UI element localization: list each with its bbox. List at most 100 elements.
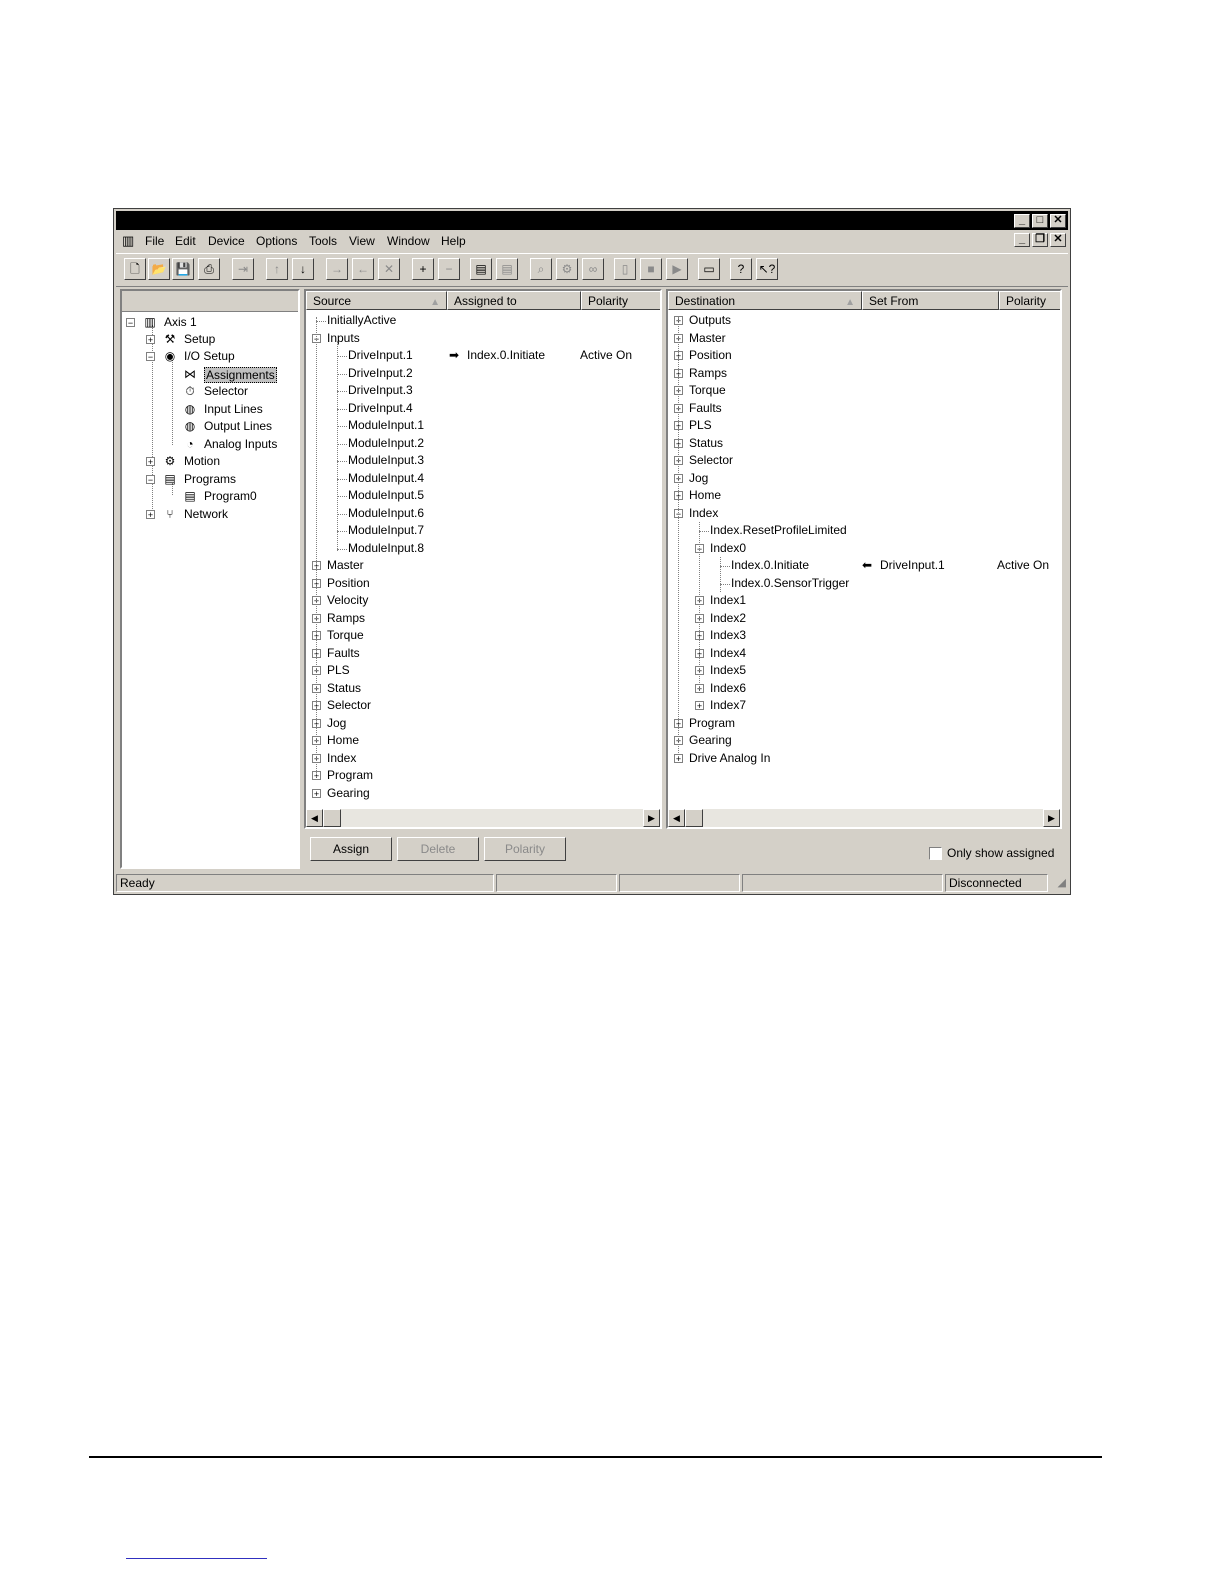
add-icon[interactable]: + — [412, 258, 434, 280]
assign-right-icon[interactable]: → — [326, 258, 348, 280]
column-header-destination[interactable]: Destination ▲ — [668, 291, 862, 310]
collapse-icon[interactable]: − — [146, 352, 155, 362]
expand-icon[interactable]: + — [312, 788, 321, 798]
column-header-set-from[interactable]: Set From — [862, 291, 999, 310]
menu-tools[interactable]: Tools — [309, 234, 337, 248]
tree-row[interactable]: − Index0 — [668, 540, 1060, 557]
help-icon[interactable]: ? — [730, 258, 752, 280]
tree-row[interactable]: + Position — [306, 575, 660, 592]
tree-row[interactable]: ModuleInput.3 — [306, 452, 660, 469]
menu-device[interactable]: Device — [208, 234, 245, 248]
tree-row[interactable]: + Index4 — [668, 645, 1060, 662]
column-header-polarity[interactable]: Polarity — [581, 291, 660, 310]
run-icon[interactable]: ▶ — [666, 258, 688, 280]
paste-icon[interactable]: ▤ — [496, 258, 518, 280]
collapse-icon[interactable]: − — [146, 475, 155, 485]
tree-row[interactable]: + PLS — [306, 662, 660, 679]
remove-icon[interactable]: − — [438, 258, 460, 280]
tree-row[interactable]: + Program — [668, 715, 1060, 732]
scroll-left-icon[interactable]: ◀ — [306, 809, 323, 827]
import-icon[interactable]: ⇥ — [232, 258, 254, 280]
tree-row[interactable]: + Velocity — [306, 592, 660, 609]
menu-file[interactable]: File — [145, 234, 164, 248]
tree-row[interactable]: + Outputs — [668, 312, 1060, 329]
tree-row[interactable]: DriveInput.1 ➡ Index.0.Initiate Active On — [306, 347, 660, 364]
close-button[interactable]: ✕ — [1050, 214, 1066, 228]
delete-icon[interactable]: ✕ — [378, 258, 400, 280]
open-icon[interactable]: 📂 — [148, 258, 170, 280]
tree-row[interactable]: Index.ResetProfileLimited — [668, 522, 1060, 539]
scroll-thumb[interactable] — [323, 809, 341, 827]
resize-grip-icon[interactable]: ◢ — [1058, 876, 1066, 889]
tree-row[interactable]: ModuleInput.7 — [306, 522, 660, 539]
polarity-button[interactable]: Polarity — [484, 837, 566, 861]
tree-row[interactable]: Index.0.Initiate ⬅ DriveInput.1 Active On — [668, 557, 1060, 574]
scroll-right-icon[interactable]: ▶ — [643, 809, 660, 827]
tree-row[interactable]: + Index3 — [668, 627, 1060, 644]
scroll-left-icon[interactable]: ◀ — [668, 809, 685, 827]
tree-row[interactable]: + Jog — [306, 715, 660, 732]
tree-row[interactable]: ModuleInput.2 — [306, 435, 660, 452]
tree-row[interactable]: + Index — [306, 750, 660, 767]
tree-row[interactable]: + Master — [668, 330, 1060, 347]
tree-row[interactable]: + Home — [668, 487, 1060, 504]
tree-row[interactable]: ModuleInput.8 — [306, 540, 660, 557]
scroll-right-icon[interactable]: ▶ — [1043, 809, 1060, 827]
tree-row[interactable]: + Selector — [668, 452, 1060, 469]
column-header-polarity[interactable]: Polarity — [999, 291, 1060, 310]
destination-horizontal-scrollbar[interactable]: ◀ ▶ — [668, 809, 1060, 827]
tree-row[interactable]: + Index1 — [668, 592, 1060, 609]
tree-row[interactable]: DriveInput.3 — [306, 382, 660, 399]
tree-row[interactable]: ModuleInput.1 — [306, 417, 660, 434]
tree-row[interactable]: + Index5 — [668, 662, 1060, 679]
tree-row[interactable]: − Inputs — [306, 330, 660, 347]
glasses-icon[interactable]: ∞ — [582, 258, 604, 280]
maximize-button[interactable]: □ — [1032, 214, 1048, 228]
zoom-icon[interactable]: ⌕ — [530, 258, 552, 280]
tree-row[interactable]: Index.0.SensorTrigger — [668, 575, 1060, 592]
tree-row[interactable]: + Gearing — [668, 732, 1060, 749]
download-icon[interactable]: ↓ — [292, 258, 314, 280]
column-header-assigned-to[interactable]: Assigned to — [447, 291, 581, 310]
assign-button[interactable]: Assign — [310, 837, 392, 861]
tree-row[interactable]: + Ramps — [306, 610, 660, 627]
context-help-icon[interactable]: ↖? — [756, 258, 778, 280]
tree-row[interactable]: + Faults — [306, 645, 660, 662]
new-icon[interactable]: 🗋 — [124, 258, 146, 280]
column-header-source[interactable]: Source ▲ — [306, 291, 447, 310]
tree-row[interactable]: + Master — [306, 557, 660, 574]
tree-row[interactable]: + Status — [668, 435, 1060, 452]
mdi-close-button[interactable]: ✕ — [1050, 233, 1066, 247]
upload-icon[interactable]: ↑ — [266, 258, 288, 280]
expand-icon[interactable]: + — [146, 457, 155, 467]
stop-icon[interactable]: ■ — [640, 258, 662, 280]
tree-row[interactable]: + Index6 — [668, 680, 1060, 697]
document-icon[interactable]: ▥ — [122, 233, 134, 249]
tree-row[interactable]: − Index — [668, 505, 1060, 522]
tree-row[interactable]: + Jog — [668, 470, 1060, 487]
tree-row[interactable]: DriveInput.2 — [306, 365, 660, 382]
tree-row[interactable]: + Index7 — [668, 697, 1060, 714]
expand-icon[interactable]: + — [146, 510, 155, 520]
tree-row[interactable]: ModuleInput.6 — [306, 505, 660, 522]
tree-row[interactable]: + Status — [306, 680, 660, 697]
tree-row[interactable]: + Selector — [306, 697, 660, 714]
tree-row[interactable]: ModuleInput.5 — [306, 487, 660, 504]
expand-icon[interactable]: + — [146, 335, 155, 345]
tree-row[interactable]: + Torque — [668, 382, 1060, 399]
tree-row[interactable]: + Index2 — [668, 610, 1060, 627]
minimize-button[interactable]: _ — [1014, 214, 1030, 228]
window-icon[interactable]: ▭ — [698, 258, 720, 280]
tree-row[interactable]: ModuleInput.4 — [306, 470, 660, 487]
menu-view[interactable]: View — [349, 234, 375, 248]
save-icon[interactable]: 💾 — [172, 258, 194, 280]
tree-row[interactable]: + Ramps — [668, 365, 1060, 382]
scroll-thumb[interactable] — [685, 809, 703, 827]
tree-row[interactable]: + Gearing — [306, 785, 660, 802]
print-icon[interactable]: ⎙ — [198, 258, 220, 280]
collapse-icon[interactable]: − — [126, 318, 135, 328]
menu-help[interactable]: Help — [441, 234, 466, 248]
menu-options[interactable]: Options — [256, 234, 297, 248]
copy-icon[interactable]: ▤ — [470, 258, 492, 280]
tree-row[interactable]: DriveInput.4 — [306, 400, 660, 417]
